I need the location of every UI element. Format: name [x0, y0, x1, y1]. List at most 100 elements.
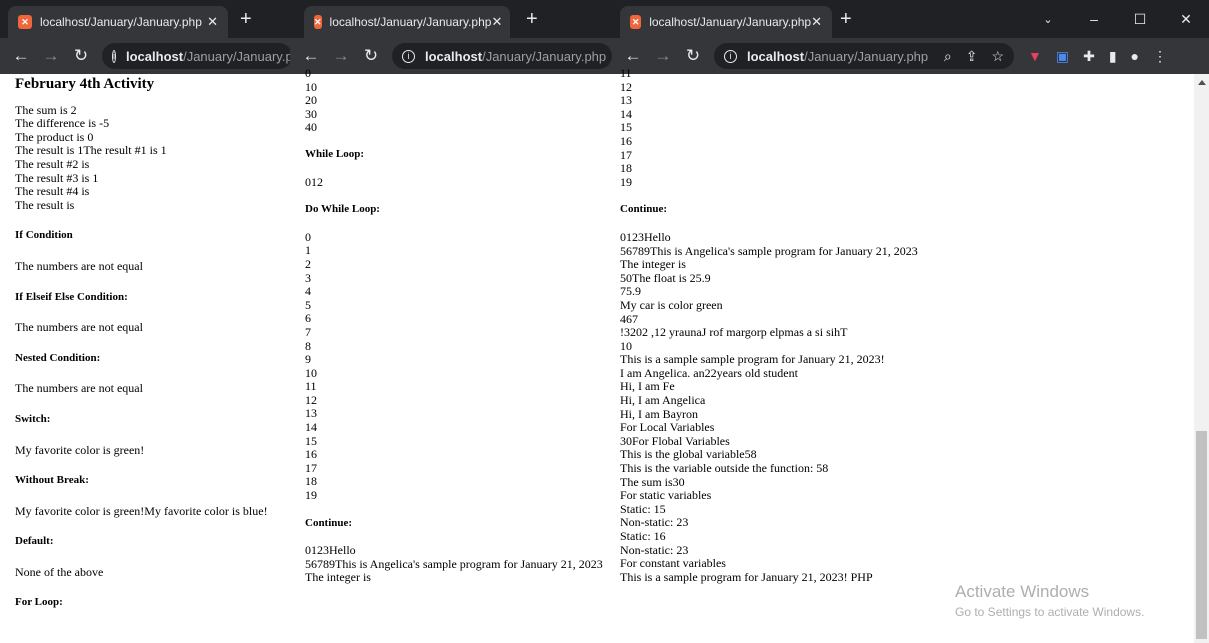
section-heading: Continue:: [620, 203, 668, 216]
output-line: 10: [620, 338, 632, 353]
output-line: 56789This is Angelica's sample program f…: [620, 243, 918, 258]
site-info-icon[interactable]: i: [402, 49, 415, 63]
section-heading: Continue:: [305, 516, 353, 529]
forward-icon[interactable]: →: [332, 46, 350, 66]
section-heading: Default:: [15, 535, 54, 548]
section-text: The numbers are not equal: [15, 258, 143, 273]
side-panel-icon[interactable]: ▮: [1109, 48, 1117, 65]
page-title: February 4th Activity: [15, 76, 155, 92]
output-line: Hi, I am Bayron: [620, 406, 698, 421]
share-icon[interactable]: ⇪: [966, 48, 978, 65]
maximize-button[interactable]: ☐: [1117, 11, 1163, 28]
section-heading: While Loop:: [305, 147, 364, 160]
output-line: Hi, I am Angelica: [620, 393, 706, 408]
back-icon[interactable]: ←: [302, 46, 320, 66]
section-text: The numbers are not equal: [15, 320, 143, 335]
output-line: 3: [305, 270, 311, 285]
reload-icon[interactable]: ↻: [362, 46, 380, 66]
scroll-up-arrow-icon[interactable]: [1198, 80, 1206, 85]
tab-strip: ✕ localhost/January/January.php ✕ +: [0, 0, 300, 38]
output-line: 6: [305, 311, 311, 326]
output-line: !3202 ,12 yraunaJ rof margorp elpmas a s…: [620, 325, 848, 340]
site-info-icon[interactable]: i: [724, 49, 737, 63]
output-line: 0: [305, 229, 311, 244]
output-line: 8: [305, 338, 311, 353]
url-path: /January/January.php: [183, 48, 292, 64]
output-line: The sum is 2: [15, 102, 77, 117]
output-line: The result #4 is: [15, 184, 90, 199]
tab-strip: ✕ localhost/January/January.php ✕ + ⌄ – …: [612, 0, 1209, 38]
extension-icon[interactable]: ▼: [1028, 48, 1042, 64]
extension-screen-icon[interactable]: ▣: [1056, 48, 1069, 65]
page-content: 11 12 13 14 15 16 17 18 19 Continue: 0123Hello 56…: [612, 66, 1194, 643]
address-bar[interactable]: i localhost/January/January.php: [392, 43, 612, 69]
output-line: 0123Hello: [305, 543, 356, 558]
output-line: 56789This is Angelica's sample program f…: [305, 556, 603, 571]
tab-january[interactable]: ✕ localhost/January/January.php ✕: [620, 6, 832, 38]
close-tab-icon[interactable]: ✕: [207, 14, 218, 30]
output-line: 467: [620, 311, 638, 326]
scroll-thumb[interactable]: [1196, 431, 1207, 639]
address-bar[interactable]: i localhost/January/January.php ⌕ ⇪ ☆: [714, 43, 1014, 69]
output-line: 1: [305, 243, 311, 258]
browser-window-3: ✕ localhost/January/January.php ✕ + ⌄ – …: [612, 0, 1209, 643]
close-window-button[interactable]: ✕: [1163, 11, 1209, 28]
output-line: 14: [620, 106, 632, 121]
forward-icon[interactable]: →: [654, 46, 672, 66]
forward-icon[interactable]: →: [42, 46, 60, 66]
tab-january[interactable]: ✕ localhost/January/January.php ✕: [8, 6, 228, 38]
output-line: This is a sample sample program for Janu…: [620, 352, 885, 367]
output-line: 19: [305, 488, 317, 503]
bookmark-star-icon[interactable]: ☆: [991, 48, 1004, 65]
output-line: 18: [305, 474, 317, 489]
close-tab-icon[interactable]: ✕: [491, 14, 502, 30]
output-line: 4: [305, 284, 311, 299]
output-line: For Local Variables: [620, 420, 715, 435]
output-line: The result is: [15, 197, 75, 212]
new-tab-icon[interactable]: +: [840, 9, 852, 29]
reload-icon[interactable]: ↻: [684, 46, 702, 66]
back-icon[interactable]: ←: [12, 46, 30, 66]
menu-icon[interactable]: ⋮: [1153, 48, 1167, 65]
close-tab-icon[interactable]: ✕: [811, 14, 822, 30]
xampp-favicon-icon: ✕: [18, 15, 32, 29]
output-line: 10: [305, 79, 317, 94]
section-text: My favorite color is green!: [15, 442, 145, 457]
window-controls: ⌄ – ☐ ✕: [1025, 0, 1209, 38]
output-line: 0123Hello: [620, 229, 671, 244]
output-line: The sum is30: [620, 474, 685, 489]
output-line: 14: [305, 420, 317, 435]
minimize-button[interactable]: –: [1071, 11, 1117, 27]
tab-search-icon[interactable]: ⌄: [1025, 13, 1071, 26]
address-bar[interactable]: i localhost/January/January.php: [102, 43, 292, 69]
profile-avatar[interactable]: ●: [1131, 48, 1139, 64]
section-text: My favorite color is green!My favorite c…: [15, 503, 268, 518]
output-line: 15: [620, 120, 632, 135]
reload-icon[interactable]: ↻: [72, 46, 90, 66]
output-line: 11: [305, 379, 317, 394]
extensions-puzzle-icon[interactable]: ✚: [1083, 48, 1095, 65]
output-line: 0: [305, 66, 311, 80]
output-line: The difference is -5: [15, 116, 110, 131]
section-text: The numbers are not equal: [15, 381, 143, 396]
tab-january[interactable]: ✕ localhost/January/January.php ✕: [304, 6, 510, 38]
output-line: 30: [305, 106, 317, 121]
section-text: None of the above: [15, 564, 104, 579]
output-line: This is the global variable58: [620, 447, 757, 462]
tab-title: localhost/January/January.php: [329, 15, 492, 29]
back-icon[interactable]: ←: [624, 46, 642, 66]
activate-windows-watermark: Activate Windows Go to Settings to activ…: [955, 582, 1144, 619]
output-line: The integer is: [305, 570, 371, 585]
watermark-subtitle: Go to Settings to activate Windows.: [955, 605, 1145, 619]
output-line: 17: [620, 147, 632, 162]
new-tab-icon[interactable]: +: [526, 9, 538, 29]
output-line: I am Angelica. an22years old student: [620, 365, 798, 380]
zoom-icon[interactable]: ⌕: [944, 48, 952, 65]
xampp-favicon-icon: ✕: [630, 15, 642, 29]
output-line: Non-static: 23: [620, 542, 689, 557]
new-tab-icon[interactable]: +: [240, 9, 252, 29]
section-text: 012: [305, 174, 323, 189]
output-line: 2: [305, 256, 311, 271]
site-info-icon[interactable]: i: [112, 49, 116, 63]
vertical-scrollbar[interactable]: [1194, 74, 1209, 643]
